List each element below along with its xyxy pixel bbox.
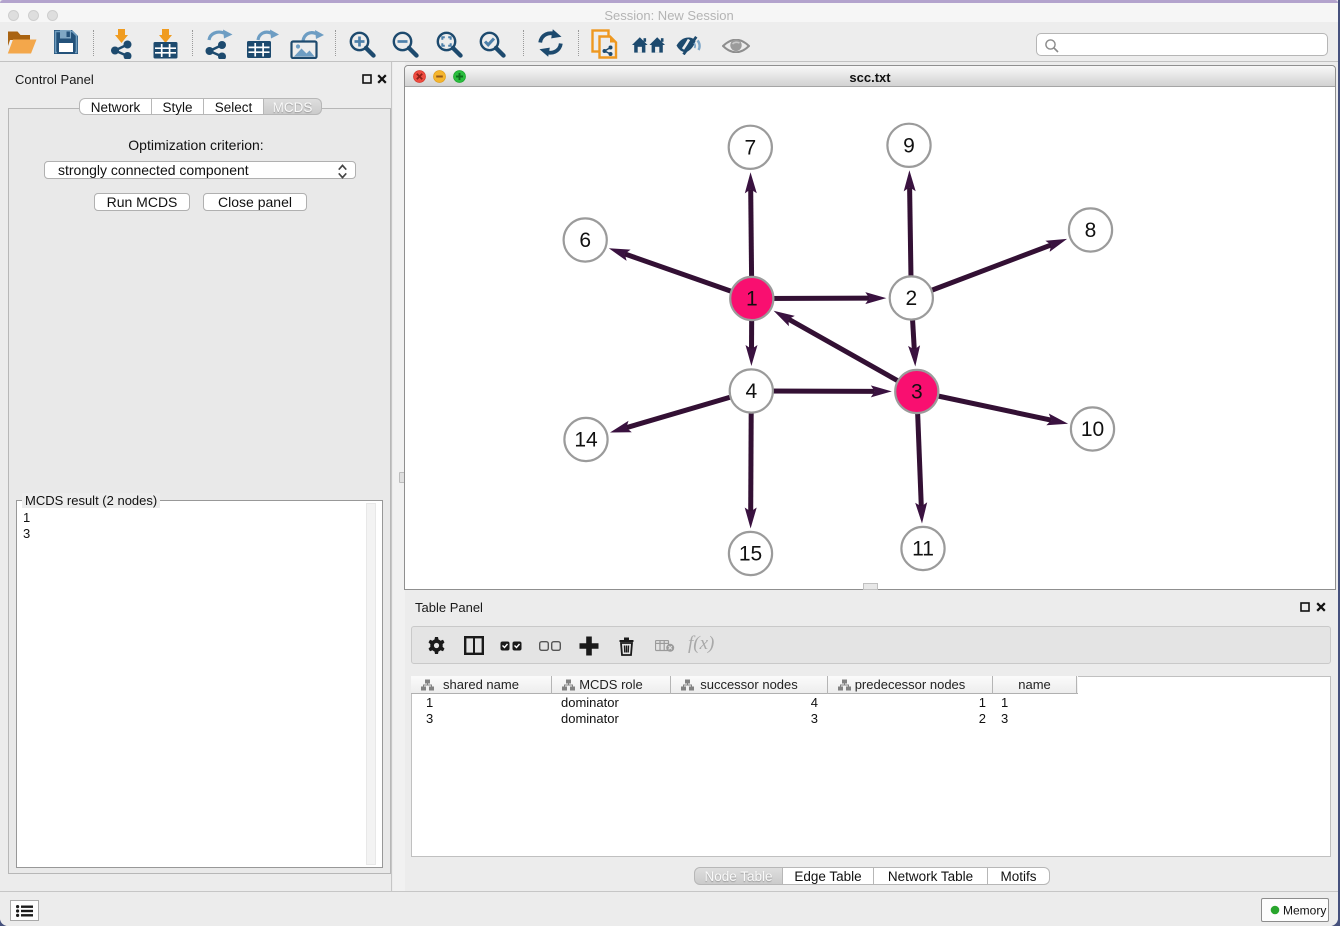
svg-text:11: 11 (912, 538, 934, 561)
svg-text:15: 15 (739, 543, 762, 566)
svg-text:9: 9 (903, 135, 915, 158)
svg-text:6: 6 (579, 229, 591, 252)
svg-text:7: 7 (744, 137, 756, 160)
svg-text:8: 8 (1085, 219, 1097, 242)
svg-text:3: 3 (911, 381, 923, 404)
svg-text:4: 4 (745, 380, 757, 403)
svg-text:1: 1 (746, 288, 758, 311)
svg-text:14: 14 (574, 429, 598, 452)
svg-text:Memory: Memory (1283, 904, 1326, 918)
svg-text:10: 10 (1081, 418, 1104, 441)
svg-text:2: 2 (905, 287, 917, 310)
